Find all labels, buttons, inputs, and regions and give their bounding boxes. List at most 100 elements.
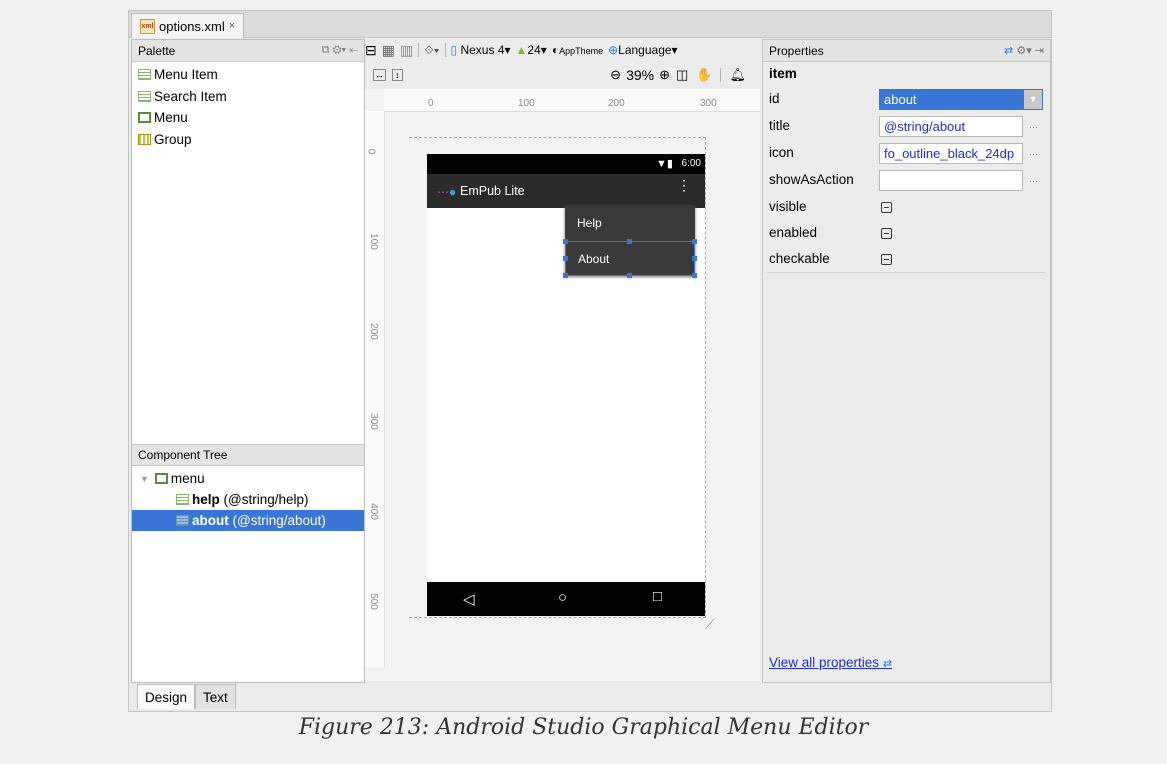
- show-as-action-field[interactable]: [879, 170, 1023, 191]
- swap-view-icon[interactable]: ⇄: [1004, 45, 1013, 57]
- language-selector[interactable]: ⊕Language▾: [608, 43, 677, 57]
- design-view-icon[interactable]: ⊟: [365, 42, 377, 59]
- browse-title-button[interactable]: ···: [1029, 122, 1038, 132]
- tree-node-menu[interactable]: ▼ menu: [132, 468, 364, 489]
- fit-width-icon[interactable]: ↔: [373, 69, 386, 81]
- selection-handle[interactable]: [563, 273, 568, 278]
- menu-item-icon: [138, 69, 151, 81]
- device-preview[interactable]: ▼▮ 6:00 ⋯● EmPub Lite ⋮ Help About ◁ ○ □: [427, 154, 705, 616]
- view-all-label: View all properties: [769, 655, 880, 670]
- palette-header: Palette ⧉ ⚙▾ ⇤: [132, 40, 364, 62]
- status-time: 6:00: [681, 158, 701, 169]
- ruler-label: 200: [608, 98, 625, 109]
- pan-hand-icon[interactable]: ✋: [696, 67, 712, 83]
- tree-node-detail: (@string/help): [219, 492, 309, 507]
- palette-item-label: Menu: [154, 110, 188, 126]
- title-value: @string/about: [884, 119, 966, 134]
- palette-panel: Palette ⧉ ⚙▾ ⇤ Menu Item Search Item Men…: [131, 39, 365, 683]
- tab-design[interactable]: Design: [137, 684, 196, 709]
- component-tree-title: Component Tree: [138, 448, 228, 462]
- selection-handle[interactable]: [692, 256, 697, 261]
- tree-node-about[interactable]: about (@string/about): [132, 510, 364, 531]
- gear-icon[interactable]: ⚙▾: [333, 44, 347, 56]
- icon-value: fo_outline_black_24dp: [884, 146, 1015, 161]
- palette-item-search-item[interactable]: Search Item: [132, 86, 364, 108]
- zoom-fit-icon[interactable]: ◫: [676, 67, 688, 83]
- menu-item-icon: [176, 494, 189, 505]
- home-icon: ○: [558, 589, 568, 606]
- prop-label-visible: visible: [769, 199, 807, 214]
- tree-node-help[interactable]: help (@string/help): [132, 489, 364, 510]
- horizontal-ruler: 0 100 200 300: [384, 89, 760, 112]
- resize-handle-icon[interactable]: ⟋: [705, 616, 715, 633]
- popup-item-help[interactable]: Help: [565, 206, 695, 241]
- gear-icon[interactable]: ⚙▾: [1016, 45, 1031, 57]
- id-field[interactable]: about ▼: [879, 89, 1043, 110]
- theme-selector[interactable]: ◐AppTheme: [552, 43, 603, 57]
- popup-item-about[interactable]: About: [563, 239, 697, 278]
- api-label: 24: [527, 43, 541, 57]
- selection-handle[interactable]: [627, 239, 632, 244]
- app-logo-icon: ⋯●: [437, 185, 457, 199]
- editor-tab-strip: xml options.xml ×: [129, 11, 1051, 38]
- vertical-ruler: 0 100 200 300 400 500: [365, 111, 385, 667]
- theme-icon: ◐: [551, 43, 560, 57]
- title-field[interactable]: @string/about: [879, 116, 1023, 137]
- device-selector[interactable]: ▯ Nexus 4▾: [451, 43, 511, 57]
- tree-node-id: about: [192, 513, 229, 528]
- overflow-popup-menu: Help About: [563, 206, 697, 278]
- separator: [444, 43, 446, 57]
- language-label: Language: [618, 43, 672, 57]
- restore-icon[interactable]: ⧉: [322, 44, 330, 56]
- popup-item-label: About: [578, 252, 610, 266]
- expand-arrow-icon[interactable]: ▼: [140, 474, 149, 484]
- app-title: EmPub Lite: [460, 184, 525, 198]
- dropdown-arrow-icon[interactable]: ▼: [1024, 90, 1042, 109]
- palette-item-label: Menu Item: [154, 67, 218, 83]
- blueprint-view-icon[interactable]: ▦: [382, 42, 395, 59]
- selection-handle[interactable]: [692, 239, 697, 244]
- orientation-icon[interactable]: ⟐▾: [424, 43, 439, 58]
- file-tab-options-xml[interactable]: xml options.xml ×: [131, 13, 245, 38]
- hide-icon[interactable]: ⇥: [1035, 45, 1044, 57]
- fit-height-icon[interactable]: ↕: [392, 69, 403, 81]
- overflow-menu-icon[interactable]: ⋮: [677, 178, 691, 192]
- browse-icon-button[interactable]: ···: [1029, 149, 1038, 159]
- visible-checkbox[interactable]: [881, 202, 892, 213]
- selection-handle[interactable]: [692, 273, 697, 278]
- wifi-battery-icon: ▼▮: [656, 158, 673, 170]
- recents-icon: □: [653, 588, 663, 605]
- view-all-properties-link[interactable]: View all properties ⇄: [769, 655, 892, 670]
- checkable-checkbox[interactable]: [881, 254, 892, 265]
- palette-item-menu[interactable]: Menu: [132, 107, 364, 129]
- close-tab-icon[interactable]: ×: [229, 20, 235, 32]
- tab-text[interactable]: Text: [195, 684, 236, 709]
- canvas-controls: ↔ ↕ ⊖ 39% ⊕ ◫ ✋ 🔔︎: [365, 61, 760, 89]
- hide-icon[interactable]: ⇤: [349, 44, 358, 56]
- separator: [418, 43, 420, 57]
- browse-show-as-action-button[interactable]: ···: [1029, 176, 1038, 186]
- ruler-label: 0: [365, 148, 377, 155]
- palette-item-group[interactable]: Group: [132, 129, 364, 151]
- enabled-checkbox[interactable]: [881, 228, 892, 239]
- notification-bell-icon[interactable]: 🔔︎: [729, 67, 746, 83]
- tree-node-label: menu: [170, 471, 205, 486]
- prop-label-icon: icon: [769, 145, 794, 160]
- selection-handle[interactable]: [627, 273, 632, 278]
- menu-icon: [154, 473, 168, 484]
- api-selector[interactable]: ▲24▾: [516, 43, 547, 57]
- properties-title: Properties: [769, 43, 824, 58]
- selection-handle[interactable]: [563, 239, 568, 244]
- tree-node-id: help: [192, 492, 220, 507]
- both-view-icon[interactable]: ▥: [400, 42, 413, 59]
- palette-item-menu-item[interactable]: Menu Item: [132, 64, 364, 86]
- zoom-out-icon[interactable]: ⊖: [610, 67, 621, 83]
- tree-node-detail: (@string/about): [228, 513, 326, 528]
- icon-field[interactable]: fo_outline_black_24dp: [879, 143, 1023, 164]
- selection-handle[interactable]: [563, 256, 568, 261]
- properties-header: Properties ⇄ ⚙▾ ⇥: [763, 40, 1050, 62]
- zoom-in-icon[interactable]: ⊕: [659, 67, 670, 83]
- palette-title: Palette: [138, 43, 176, 58]
- divider: [767, 272, 1045, 273]
- ruler-label: 100: [367, 233, 379, 250]
